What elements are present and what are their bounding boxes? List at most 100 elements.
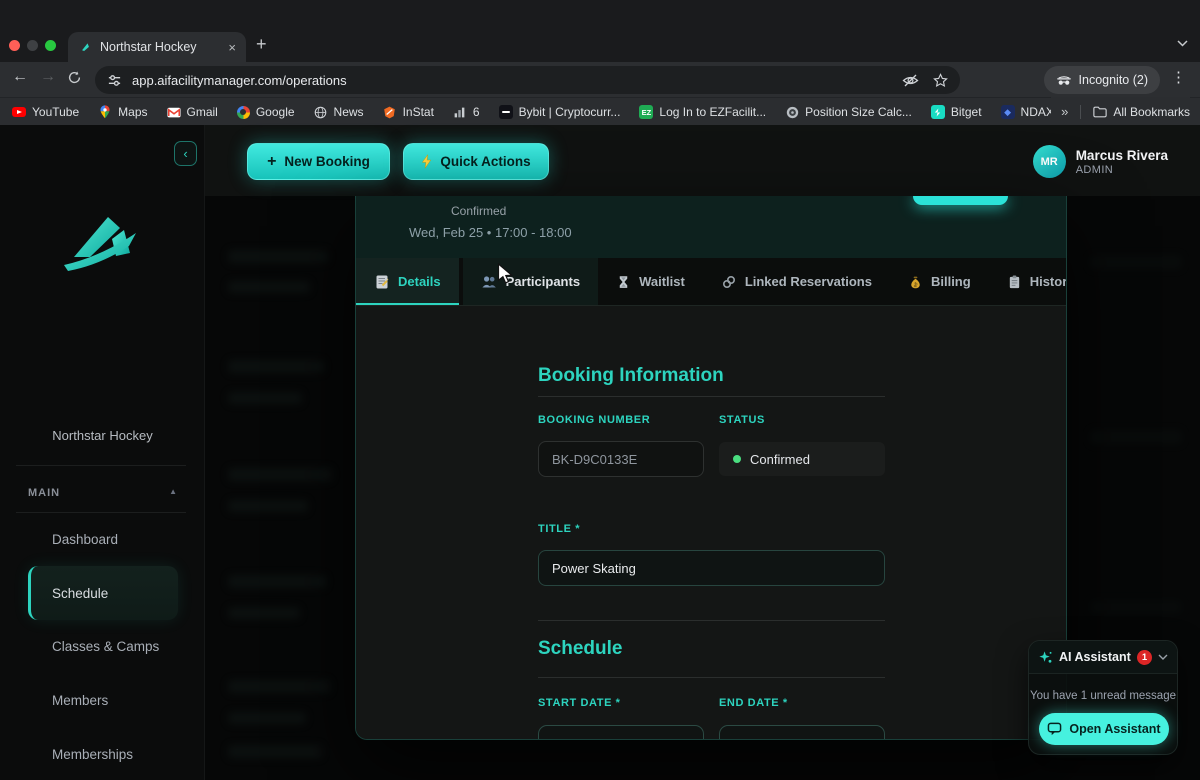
tab-details[interactable]: Details [356, 258, 459, 305]
sidebar-item-dashboard[interactable]: Dashboard [28, 519, 178, 559]
background-blur-block [228, 360, 324, 373]
start-date-input[interactable] [538, 725, 704, 740]
bookmark-ezfacility[interactable]: EZ Log In to EZFacilit... [639, 105, 766, 119]
end-date-input[interactable] [719, 725, 885, 740]
user-name: Marcus Rivera [1076, 147, 1168, 165]
modal-datetime: Wed, Feb 25 • 17:00 - 18:00 [409, 225, 572, 240]
chat-bubble-icon [1047, 722, 1062, 736]
bookmark-maps[interactable]: Maps [98, 105, 147, 119]
avatar[interactable]: MR [1033, 145, 1066, 178]
bitget-icon [931, 105, 945, 119]
ndax-icon: ◆ [1001, 105, 1015, 119]
sidebar-item-memberships[interactable]: Memberships [28, 734, 178, 774]
sidebar-collapse-button[interactable]: ‹ [174, 141, 197, 166]
bookmarks-bar-right: » All Bookmarks [1051, 97, 1190, 126]
memo-icon [374, 274, 390, 290]
background-blur-block [228, 712, 306, 724]
bookmark-news[interactable]: News [314, 105, 364, 119]
bookmark-star-icon[interactable] [933, 73, 948, 88]
url-text[interactable]: app.aifacilitymanager.com/operations [132, 73, 892, 88]
section-collapse-icon[interactable]: ▲ [169, 487, 178, 499]
sidebar-item-members[interactable]: Members [28, 680, 178, 720]
window-minimize-button[interactable] [27, 40, 38, 51]
sidebar-item-classes-camps[interactable]: Classes & Camps [28, 626, 178, 666]
booking-number-label: BOOKING NUMBER [538, 414, 650, 426]
modal-header: Confirmed Wed, Feb 25 • 17:00 - 18:00 [356, 196, 1066, 258]
tab-favicon-icon [78, 40, 92, 54]
open-assistant-button[interactable]: Open Assistant [1039, 713, 1169, 745]
chart-icon [453, 105, 467, 119]
end-date-label: END DATE * [719, 697, 788, 709]
background-blur-block [1090, 600, 1182, 614]
status-badge: Confirmed [719, 442, 885, 476]
address-bar[interactable]: app.aifacilitymanager.com/operations [95, 66, 960, 94]
bookmark-google[interactable]: Google [237, 105, 295, 119]
ai-assistant-header[interactable]: AI Assistant 1 [1029, 641, 1177, 674]
tab-linked-reservations[interactable]: Linked Reservations [703, 258, 890, 305]
bookmark-gmail[interactable]: Gmail [167, 105, 218, 119]
chevron-down-icon[interactable] [1158, 654, 1168, 660]
tab-close-icon[interactable]: × [228, 41, 236, 54]
sidebar-item-schedule[interactable]: Schedule [28, 566, 178, 620]
maps-icon [98, 105, 112, 119]
browser-menu-kebab-icon[interactable]: ⋮ [1171, 68, 1186, 86]
tab-title: Northstar Hockey [100, 40, 220, 54]
booking-number-input[interactable] [538, 441, 704, 477]
youtube-icon [12, 107, 26, 117]
site-info-icon[interactable] [107, 73, 122, 88]
reload-button[interactable] [67, 70, 82, 85]
browser-tab-strip: Northstar Hockey × + [0, 0, 1200, 62]
background-blur-block [228, 468, 332, 481]
org-name: Northstar Hockey [0, 428, 205, 443]
unread-badge: 1 [1137, 650, 1152, 665]
bookmark-bitget[interactable]: Bitget [931, 105, 982, 119]
screen: Northstar Hockey × + ← → app.aifacilitym… [0, 0, 1200, 780]
title-input[interactable] [538, 550, 885, 586]
bookmarks-overflow-icon[interactable]: » [1061, 104, 1068, 119]
sidebar-section-main[interactable]: MAIN ▲ [28, 487, 178, 499]
schedule-heading: Schedule [538, 638, 622, 660]
window-zoom-button[interactable] [45, 40, 56, 51]
tab-billing[interactable]: Billing [890, 258, 989, 305]
divider [1080, 105, 1081, 119]
background-blur-block [228, 392, 302, 404]
folder-icon [1093, 105, 1107, 119]
background-blur-block [228, 680, 330, 693]
divider [538, 396, 885, 397]
clipboard-icon [1007, 274, 1022, 290]
all-bookmarks-button[interactable]: All Bookmarks [1093, 105, 1190, 119]
sidebar: Northstar Hockey MAIN ▲ Dashboard Schedu… [0, 125, 205, 780]
new-tab-button[interactable]: + [256, 35, 267, 53]
bybit-icon [499, 105, 513, 119]
quick-actions-button[interactable]: Quick Actions [403, 143, 549, 180]
forward-button[interactable]: → [40, 69, 56, 85]
new-booking-button[interactable]: + New Booking [247, 143, 390, 180]
divider [538, 677, 885, 678]
plus-icon: + [267, 153, 276, 171]
title-label: TITLE * [538, 523, 580, 535]
bookmarks-bar: YouTube Maps Gmail Google News [0, 97, 1200, 126]
bookmark-bybit[interactable]: Bybit | Cryptocurr... [499, 105, 621, 119]
tab-participants[interactable]: Participants [463, 258, 598, 305]
tab-history[interactable]: History [989, 258, 1067, 305]
sparkle-icon [1038, 650, 1053, 665]
user-menu[interactable]: MR Marcus Rivera ADMIN [1033, 145, 1168, 178]
news-globe-icon [314, 105, 328, 119]
window-close-button[interactable] [9, 40, 20, 51]
modal-action-button-clipped[interactable] [913, 196, 1008, 205]
back-button[interactable]: ← [12, 69, 28, 85]
divider [538, 620, 885, 621]
window-controls [9, 40, 56, 51]
tab-waitlist[interactable]: Waitlist [598, 258, 703, 305]
bookmark-instat[interactable]: InStat [383, 105, 434, 119]
tab-search-chevron-icon[interactable] [1177, 40, 1188, 47]
start-date-label: START DATE * [538, 697, 621, 709]
bookmark-six[interactable]: 6 [453, 105, 480, 119]
bookmark-position-size[interactable]: Position Size Calc... [785, 105, 912, 119]
bookmark-youtube[interactable]: YouTube [12, 105, 79, 119]
password-eye-off-icon[interactable] [902, 73, 919, 88]
browser-tab[interactable]: Northstar Hockey × [68, 32, 246, 62]
unread-message-text: You have 1 unread message [1029, 690, 1177, 702]
background-blur-block [228, 250, 328, 263]
incognito-badge[interactable]: Incognito (2) [1044, 66, 1160, 94]
